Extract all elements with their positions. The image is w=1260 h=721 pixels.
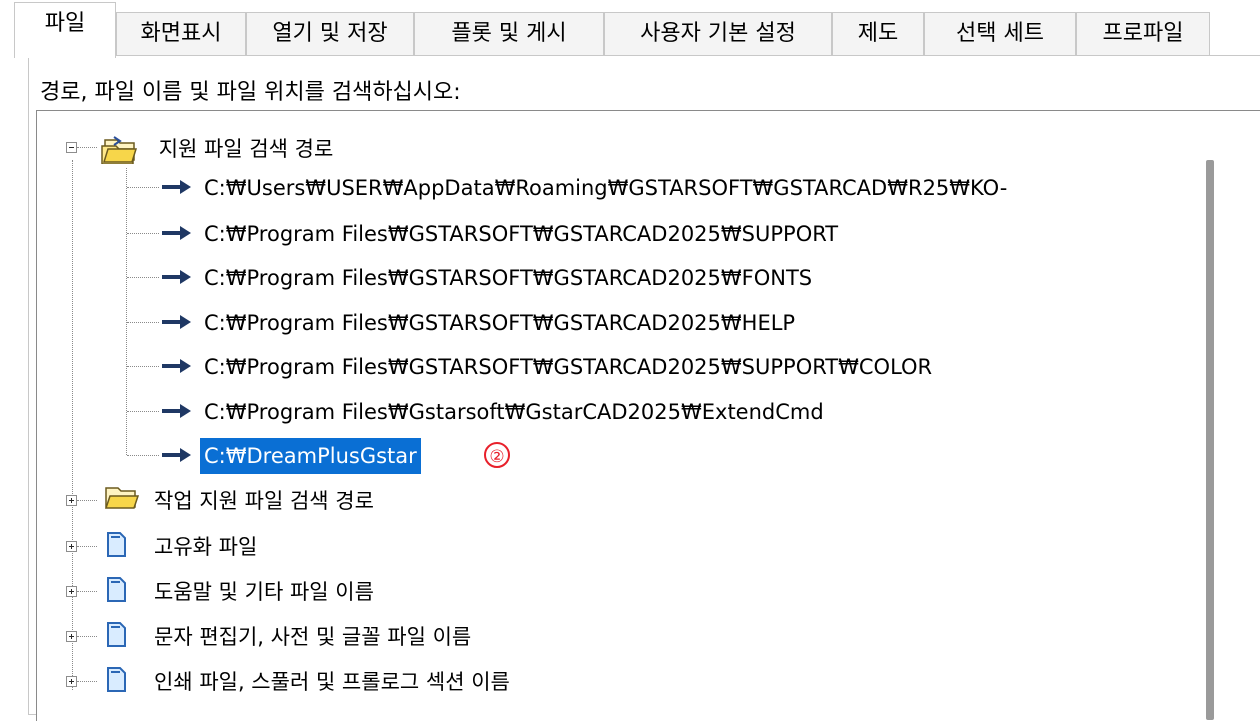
search-path-item[interactable]: C:₩Program Files₩GSTARSOFT₩GSTARCAD2025₩… (204, 304, 795, 340)
expand-toggle-icon[interactable] (66, 541, 77, 552)
tree-connector (77, 147, 97, 148)
search-paths-prompt: 경로, 파일 이름 및 파일 위치를 검색하십시오: (40, 80, 461, 105)
file-icon (107, 667, 126, 692)
search-path-item[interactable]: C:₩Program Files₩GSTARSOFT₩GSTARCAD2025₩… (204, 348, 932, 384)
tree-connector (127, 233, 159, 234)
file-icon (107, 532, 126, 557)
tree-node-work-support-search-path[interactable]: 작업 지원 파일 검색 경로 (154, 482, 374, 518)
arrow-right-icon (162, 359, 191, 373)
tree-node-help-misc-file-names[interactable]: 도움말 및 기타 파일 이름 (154, 573, 374, 609)
file-icon (107, 577, 126, 602)
expand-toggle-icon[interactable] (66, 495, 77, 506)
tree-connector (77, 546, 97, 547)
tree-vertical-scrollbar[interactable] (1206, 160, 1214, 720)
expand-toggle-icon[interactable] (66, 676, 77, 687)
folder-open-icon (101, 136, 138, 165)
expand-toggle-icon[interactable] (66, 586, 77, 597)
expand-toggle-icon[interactable] (66, 631, 77, 642)
tree-connector (127, 411, 159, 412)
tree-connector (77, 636, 97, 637)
search-path-item-selected[interactable]: C:₩DreamPlusGstar (200, 437, 421, 474)
tree-node-text-editor-dictionary-fonts[interactable]: 문자 편집기, 사전 및 글꼴 파일 이름 (154, 618, 471, 654)
tree-connector (77, 681, 97, 682)
tab-plot-publish[interactable]: 플롯 및 게시 (414, 12, 604, 56)
tab-files[interactable]: 파일 (14, 2, 116, 58)
tree-connector (72, 160, 73, 690)
search-path-item[interactable]: C:₩Program Files₩GSTARSOFT₩GSTARCAD2025₩… (204, 215, 838, 251)
annotation-marker: ② (484, 442, 510, 468)
search-path-item[interactable]: C:₩Program Files₩Gstarsoft₩GstarCAD2025₩… (204, 393, 824, 429)
arrow-right-icon (162, 448, 191, 462)
tab-profiles[interactable]: 프로파일 (1076, 12, 1210, 56)
arrow-right-icon (162, 315, 191, 329)
tree-connector (127, 366, 159, 367)
tree-node-label: 지원 파일 검색 경로 (158, 137, 334, 161)
tab-user-preferences[interactable]: 사용자 기본 설정 (604, 12, 832, 56)
tree-connector (77, 591, 97, 592)
tree-connector (77, 500, 97, 501)
search-path-item[interactable]: C:₩Users₩USER₩AppData₩Roaming₩GSTARSOFT₩… (204, 169, 1007, 205)
tab-selection-set[interactable]: 선택 세트 (924, 12, 1076, 56)
tree-connector (127, 455, 159, 456)
tree-connector (127, 277, 159, 278)
tree-node-print-spooler-prolog[interactable]: 인쇄 파일, 스풀러 및 프롤로그 섹션 이름 (154, 663, 510, 699)
tree-node-customization-files[interactable]: 고유화 파일 (154, 528, 257, 564)
file-icon (107, 622, 126, 647)
collapse-toggle-icon[interactable] (66, 142, 77, 153)
arrow-right-icon (162, 226, 191, 240)
folder-open-icon (104, 487, 140, 509)
tab-display[interactable]: 화면표시 (116, 12, 246, 56)
arrow-right-icon (162, 180, 191, 194)
tree-node-support-search-path[interactable]: 지원 파일 검색 경로 (100, 130, 333, 166)
tab-open-save[interactable]: 열기 및 저장 (246, 12, 414, 56)
tree-connector (127, 187, 159, 188)
tab-drafting[interactable]: 제도 (832, 12, 924, 56)
arrow-right-icon (162, 270, 191, 284)
arrow-right-icon (162, 404, 191, 418)
options-tab-strip: 파일 화면표시 열기 및 저장 플롯 및 게시 사용자 기본 설정 제도 선택 … (0, 0, 1260, 58)
tree-connector (127, 322, 159, 323)
search-path-item[interactable]: C:₩Program Files₩GSTARSOFT₩GSTARCAD2025₩… (204, 259, 812, 295)
